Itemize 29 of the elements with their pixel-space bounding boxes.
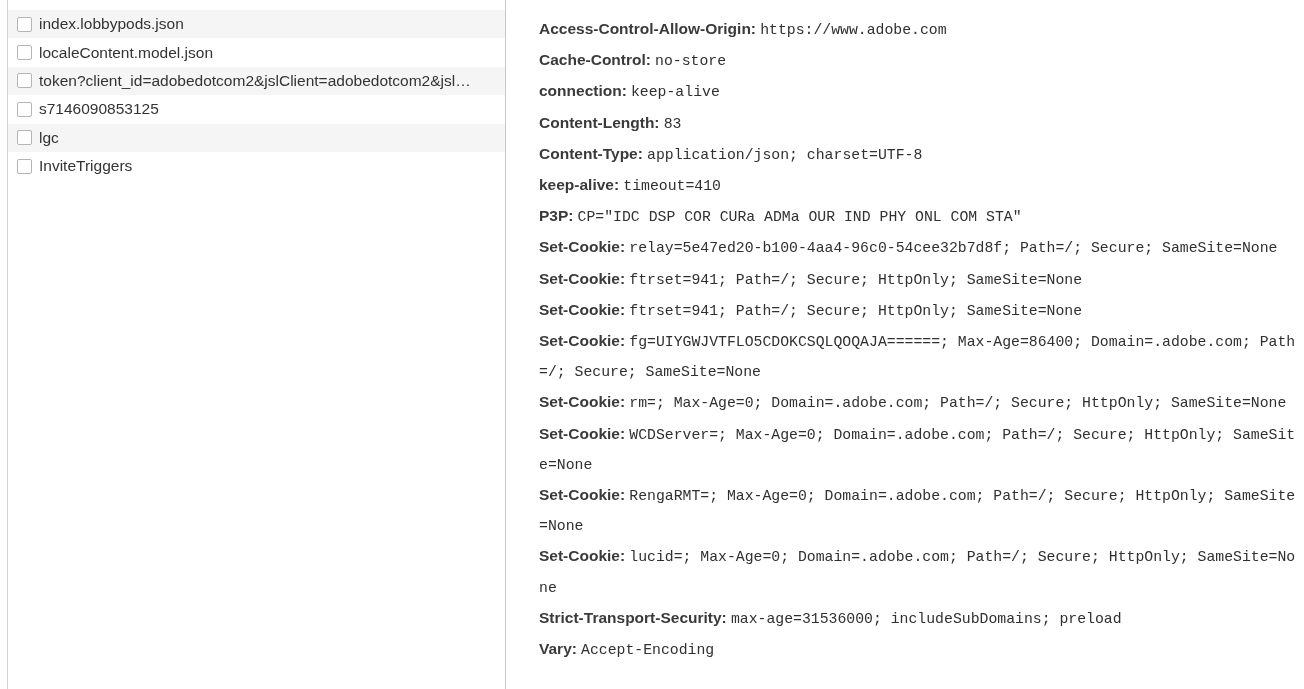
checkbox[interactable]: [17, 130, 32, 146]
header-line: Strict-Transport-Security: max-age=31536000; includeSubDomains; preload: [539, 607, 1123, 629]
header-line: keep-alive: timeout=410: [539, 175, 722, 196]
header-line: Content-Length: 83: [539, 112, 683, 134]
header-line: Cache-Control: no-store: [539, 50, 728, 72]
request-row[interactable]: index.lobbypods.json: [8, 10, 505, 39]
request-row[interactable]: lgc: [8, 123, 505, 152]
request-name: localeContent.model.json: [39, 43, 214, 62]
header-line: Set-Cookie: ftrset=941; Path=/; Secure; HttpOnly; SameSite=None: [539, 268, 1084, 290]
request-name: InviteTriggers: [39, 157, 133, 176]
request-name: token?client_id=adobedotcom2&jslClient=adobedotcom2&jsl…: [39, 71, 471, 90]
header-line: Content-Type: application/json; charset=UTF-8: [539, 143, 924, 165]
checkbox[interactable]: [17, 101, 32, 117]
checkbox[interactable]: [17, 158, 32, 174]
request-row[interactable]: token?client_id=adobedotcom2&jslClient=adobedotcom2&jsl…: [8, 66, 505, 96]
checkbox[interactable]: [17, 16, 32, 32]
request-name: s7146090853125: [39, 100, 159, 119]
header-line: Set-Cookie: rm=; Max-Age=0; Domain=.adobe.com; Path=/; Secure; HttpOnly; SameSite=None: [539, 392, 1288, 414]
header-line: Set-Cookie: ftrset=941; Path=/; Secure; HttpOnly; SameSite=None: [539, 299, 1084, 321]
header-line: P3P: CP="IDC DSP COR CURa ADMa OUR IND PHY ONL COM STA": [539, 206, 1023, 228]
checkbox[interactable]: [17, 73, 32, 89]
request-name: index.lobbypods.json: [39, 15, 184, 34]
header-line: Vary: Accept-Encoding: [539, 639, 716, 661]
checkbox[interactable]: [17, 45, 32, 61]
header-line: Set-Cookie: WCDServer=; Max-Age=0; Domain=.adobe.com; Path=/; Secure; HttpOnly; SameSite=None: [539, 423, 1297, 475]
header-line: Set-Cookie: relay=5e47ed20-b100-4aa4-96c0-54cee32b7d8f; Path=/; Secure; SameSite=None: [539, 237, 1279, 259]
header-line: connection: keep-alive: [539, 81, 721, 103]
header-line: Access-Control-Allow-Origin: https://www.adobe.com: [539, 19, 948, 40]
request-name: lgc: [39, 128, 59, 147]
